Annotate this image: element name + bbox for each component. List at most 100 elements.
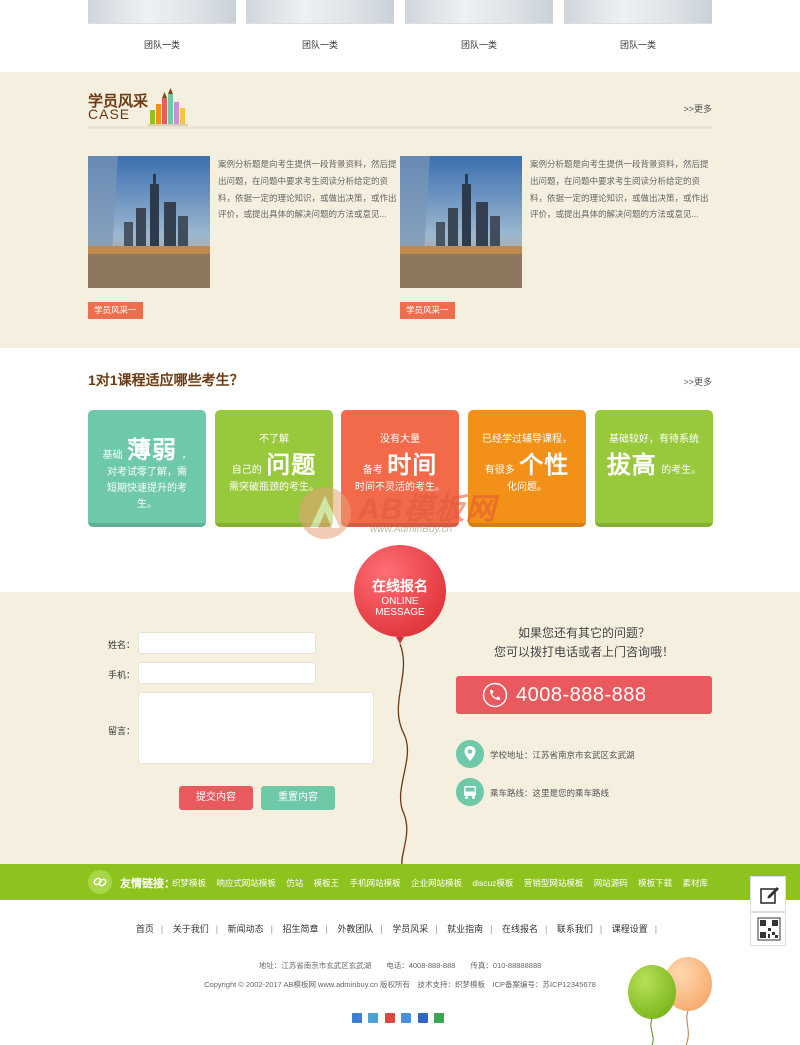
box-highlight: 薄弱 — [127, 437, 177, 464]
footer-nav-item[interactable]: 首页 — [136, 924, 154, 934]
box-text: 自己的 — [231, 465, 262, 476]
team-name[interactable]: 团队一类 — [246, 38, 394, 51]
case-subtitle: CASE — [88, 106, 131, 122]
friend-link[interactable]: 营销型网站模板 — [524, 878, 584, 888]
qr-code-button[interactable] — [750, 912, 786, 946]
location-icon — [456, 740, 484, 768]
submit-button[interactable]: 提交内容 — [179, 786, 253, 810]
feedback-button[interactable] — [750, 876, 786, 912]
team-strip: 团队一类 团队一类 团队一类 团队一类 — [0, 0, 800, 72]
message-field[interactable] — [138, 692, 374, 764]
box-text: 基础 — [102, 450, 123, 461]
phone-box[interactable]: 4008-888-888 — [456, 676, 712, 714]
phone-number: 4008-888-888 — [516, 684, 647, 706]
route-row: 乘车路线：这里是您的乘车路线 — [456, 778, 716, 808]
footer-nav-item[interactable]: 关于我们 — [173, 924, 209, 934]
friend-link[interactable]: 素材库 — [682, 878, 708, 888]
bus-icon — [456, 778, 484, 806]
balloon-title: 在线报名 — [372, 578, 428, 594]
watermark-text: AB模板网 — [358, 493, 497, 526]
team-card[interactable]: 团队一类 — [564, 0, 712, 60]
reset-button[interactable]: 重置内容 — [261, 786, 335, 810]
address-text: 学校地址：江苏省南京市玄武区玄武湖 — [490, 750, 635, 760]
message-label: 留言： — [108, 726, 136, 736]
link-icon — [88, 870, 112, 894]
box-text: 不了解 — [259, 434, 289, 445]
friend-link[interactable]: discuz模板 — [472, 878, 513, 888]
footer-nav-item[interactable]: 课程设置 — [612, 924, 648, 934]
case-card[interactable]: 案例分析题是向考生提供一段背景资料，然后提出问题，在问题中要求考生阅读分析给定的… — [400, 156, 712, 322]
team-photo[interactable] — [246, 0, 394, 24]
friend-links-title: 友情链接： — [120, 878, 175, 890]
footer-nav: 首页 | 关于我们 | 新闻动态 | 招生简章 | 外教团队 | 学员风采 | 就业指南 | … — [135, 924, 658, 934]
name-field[interactable] — [138, 632, 316, 654]
address-row: 学校地址：江苏省南京市玄武区玄武湖 — [456, 740, 716, 770]
friend-link[interactable]: 仿站 — [286, 878, 303, 888]
course-box[interactable]: 基础较好，有待系统 拔高 的考生。 — [595, 410, 713, 527]
share-weibo-icon[interactable] — [384, 1013, 395, 1023]
share-qzone-icon[interactable] — [368, 1013, 379, 1023]
box-highlight: 问题 — [266, 452, 317, 479]
share-renren-icon[interactable] — [417, 1013, 428, 1023]
course-box[interactable]: 基础 薄弱 ， 对考试零了解，需 短期快速提升的考 生。 — [88, 410, 206, 527]
balloon-subtitle-line: MESSAGE — [375, 607, 425, 618]
phone-label: 手机： — [108, 670, 136, 680]
case-section: 学员风采 CASE >>更多 案例分析题是向考生提供一段背景资料，然后提出问题，… — [0, 72, 800, 348]
team-name[interactable]: 团队一类 — [405, 38, 553, 51]
share-icons — [352, 1010, 446, 1023]
share-wechat-icon[interactable] — [434, 1013, 445, 1023]
box-text: 的考生。 — [661, 465, 702, 476]
friend-link[interactable]: 模板王 — [314, 878, 340, 888]
share-tweibo-icon[interactable] — [401, 1013, 412, 1023]
footer-nav-item[interactable]: 学员风采 — [392, 924, 428, 934]
name-label: 姓名： — [108, 640, 136, 650]
signup-balloon: 在线报名 ONLINE MESSAGE — [352, 544, 450, 874]
team-photo[interactable] — [405, 0, 553, 24]
phone-icon — [482, 682, 508, 708]
box-highlight: 拔高 — [606, 452, 657, 479]
footer-nav-item[interactable]: 新闻动态 — [228, 924, 264, 934]
box-text: ， — [181, 450, 192, 461]
team-name[interactable]: 团队一类 — [88, 38, 236, 51]
friend-links-list: 织梦模板 响应式网站模板 仿站 模板王 手机网站模板 企业网站模板 discuz… — [172, 877, 716, 889]
footer-nav-item[interactable]: 就业指南 — [447, 924, 483, 934]
team-card[interactable]: 团队一类 — [88, 0, 236, 60]
balloon-subtitle: ONLINE MESSAGE — [352, 596, 448, 618]
team-photo[interactable] — [88, 0, 236, 24]
footer-nav-item[interactable]: 招生简章 — [283, 924, 319, 934]
footer-nav-item[interactable]: 联系我们 — [557, 924, 593, 934]
phone-field[interactable] — [138, 662, 316, 684]
case-description: 案例分析题是向考生提供一段背景资料，然后提出问题，在问题中要求考生阅读分析给定的… — [530, 159, 709, 220]
friend-link[interactable]: 响应式网站模板 — [216, 878, 276, 888]
box-text: 对考试零了解，需 — [107, 467, 187, 478]
question-line: 您可以拨打电话或者上门咨询哦！ — [493, 645, 674, 659]
case-card[interactable]: 案例分析题是向考生提供一段背景资料，然后提出问题，在问题中要求考生阅读分析给定的… — [88, 156, 400, 322]
box-text: 有很多 — [484, 465, 515, 476]
friend-link[interactable]: 模板下载 — [638, 878, 672, 888]
footer-nav-item[interactable]: 在线报名 — [502, 924, 538, 934]
friend-link[interactable]: 手机网站模板 — [350, 878, 401, 888]
box-text: 基础较好，有待系统 — [609, 434, 699, 445]
case-image[interactable] — [400, 156, 522, 288]
team-name[interactable]: 团队一类 — [564, 38, 712, 51]
share-plus-icon[interactable] — [352, 1013, 362, 1023]
case-description: 案例分析题是向考生提供一段背景资料，然后提出问题，在问题中要求考生阅读分析给定的… — [218, 159, 397, 220]
case-tag[interactable]: 学员风采一 — [88, 302, 143, 319]
box-text: 生。 — [137, 499, 157, 510]
footer-nav-item[interactable]: 外教团队 — [337, 924, 373, 934]
team-card[interactable]: 团队一类 — [246, 0, 394, 60]
watermark-url: www.AdminBuy.cn — [370, 524, 453, 535]
friend-link[interactable]: 企业网站模板 — [411, 878, 462, 888]
friend-link[interactable]: 织梦模板 — [172, 878, 206, 888]
case-more-link[interactable]: >>更多 — [683, 102, 712, 115]
box-highlight: 个性 — [519, 452, 570, 479]
box-highlight: 时间 — [387, 452, 438, 479]
course-more-link[interactable]: >>更多 — [683, 375, 712, 388]
case-image[interactable] — [88, 156, 210, 288]
box-text: 短期快速提升的考 — [107, 483, 187, 494]
route-text: 乘车路线：这里是您的乘车路线 — [490, 788, 610, 798]
team-card[interactable]: 团队一类 — [405, 0, 553, 60]
friend-link[interactable]: 网站源码 — [594, 878, 628, 888]
team-photo[interactable] — [564, 0, 712, 24]
case-tag[interactable]: 学员风采一 — [400, 302, 455, 319]
